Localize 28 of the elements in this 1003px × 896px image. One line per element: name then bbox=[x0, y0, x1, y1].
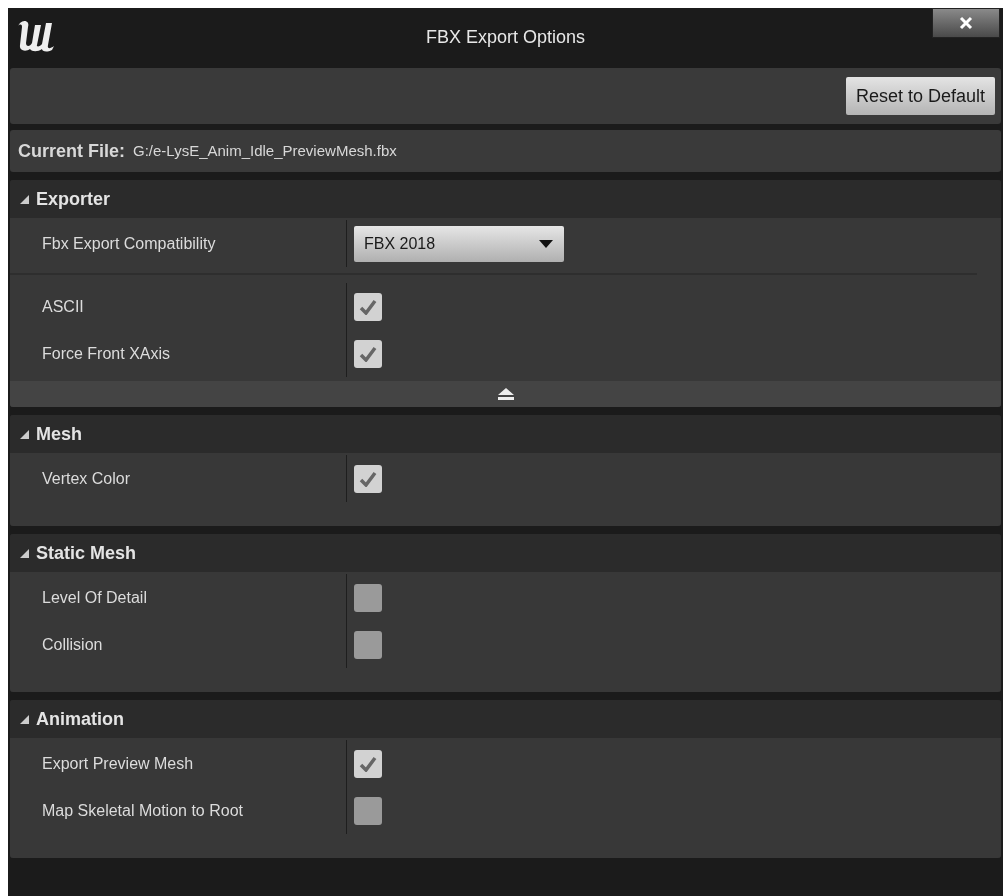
checkmark-icon bbox=[359, 470, 377, 487]
file-label: Current File: bbox=[18, 139, 125, 163]
checkbox[interactable] bbox=[354, 796, 382, 825]
property-label: ASCII bbox=[42, 296, 84, 317]
close-icon bbox=[959, 16, 973, 30]
reset-button[interactable]: Reset to Default bbox=[845, 77, 995, 115]
property-label: Map Skeletal Motion to Root bbox=[42, 800, 243, 821]
checkbox[interactable] bbox=[354, 292, 382, 321]
property-label: Fbx Export Compatibility bbox=[42, 233, 216, 254]
dropdown[interactable]: FBX 2018 bbox=[354, 225, 564, 262]
checkbox[interactable] bbox=[354, 583, 382, 612]
checkmark-icon bbox=[359, 345, 377, 362]
checkbox[interactable] bbox=[354, 630, 382, 659]
property-label: Force Front XAxis bbox=[42, 343, 171, 364]
property-label: Export Preview Mesh bbox=[42, 753, 194, 774]
advanced-toggle-bar[interactable] bbox=[10, 381, 1001, 407]
file-path: G:/e-LysE_Anim_Idle_PreviewMesh.fbx bbox=[133, 140, 397, 161]
window-title: FBX Export Options bbox=[425, 27, 586, 47]
property-label: Collision bbox=[42, 634, 103, 655]
close-button[interactable] bbox=[932, 8, 1000, 38]
checkmark-icon bbox=[359, 755, 377, 772]
property-label: Vertex Color bbox=[42, 468, 131, 489]
checkbox[interactable] bbox=[354, 464, 382, 493]
checkbox[interactable] bbox=[354, 339, 382, 368]
property-label: Level Of Detail bbox=[42, 587, 147, 608]
checkmark-icon bbox=[359, 298, 377, 315]
checkbox[interactable] bbox=[354, 749, 382, 778]
caret-icon bbox=[538, 238, 554, 249]
